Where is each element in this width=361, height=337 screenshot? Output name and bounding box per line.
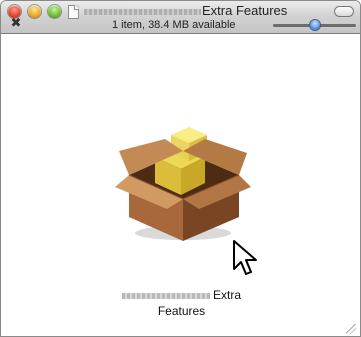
icon-size-slider-knob[interactable]: [310, 20, 320, 30]
resize-grip-icon[interactable]: [346, 324, 356, 334]
status-bar-text: 1 item, 38.4 MB available: [112, 19, 236, 31]
redacted-title-prefix: [84, 9, 201, 15]
zoom-button[interactable]: [48, 5, 61, 18]
title-bar[interactable]: Extra Features ✖ 1 item, 38.4 MB availab…: [1, 1, 360, 34]
package-box-icon[interactable]: [115, 117, 251, 243]
window-title: Extra Features: [202, 3, 288, 18]
minimize-button[interactable]: [28, 5, 41, 18]
toolbar-toggle-button[interactable]: [334, 6, 354, 17]
redacted-label-prefix: [121, 292, 210, 299]
mouse-pointer-icon: [233, 240, 257, 275]
folder-content-area[interactable]: Extra Features: [1, 34, 360, 336]
item-label-line2[interactable]: Features: [1, 304, 360, 318]
item-label-text-line1: Extra: [212, 288, 241, 302]
action-tool-icon[interactable]: ✖: [9, 16, 23, 30]
item-label-line1[interactable]: Extra: [1, 288, 360, 302]
finder-window: Extra Features ✖ 1 item, 38.4 MB availab…: [0, 0, 361, 337]
document-proxy-icon[interactable]: [68, 5, 79, 19]
